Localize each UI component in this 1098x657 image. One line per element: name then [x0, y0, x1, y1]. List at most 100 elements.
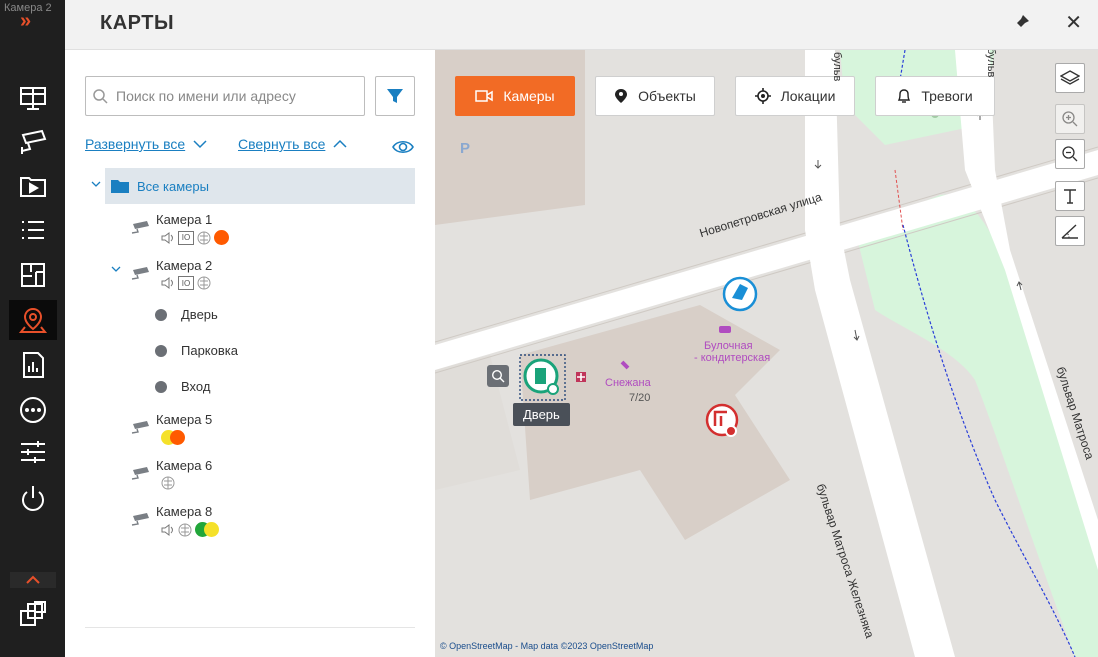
filter-icon [387, 89, 403, 103]
collapse-all-link[interactable]: Свернуть все [238, 136, 347, 152]
io-icon: IO [178, 276, 194, 290]
camera-status-icons: IO [161, 276, 211, 290]
layout-plan-icon[interactable] [9, 255, 57, 295]
more-icon[interactable] [9, 390, 57, 430]
chevron-down-icon[interactable] [111, 265, 121, 273]
marker-zoom-button[interactable] [487, 365, 509, 387]
brain-icon [197, 276, 211, 290]
poi-label: - кондитерская [694, 352, 771, 364]
app-window: Камера 2 » КАРТЫ ✕ Поиск по имени или ад… [0, 0, 1098, 657]
collapse-all-label: Свернуть все [238, 136, 326, 152]
camera-status-icons [161, 430, 185, 445]
speaker-icon [161, 231, 173, 244]
map-attribution[interactable]: © OpenStreetMap - Map data ©2023 OpenStr… [440, 641, 653, 651]
door-marker[interactable] [520, 355, 565, 400]
camera-marker[interactable] [723, 277, 757, 311]
camera-name: Камера 2 [156, 258, 213, 273]
camera-icon [131, 221, 149, 234]
map-tab-label: Камеры [503, 88, 555, 104]
expand-rail-icon[interactable]: » [20, 10, 31, 33]
io-icon: IO [178, 230, 194, 245]
app-rail: Камера 2 » [0, 0, 65, 657]
windows-icon[interactable] [9, 594, 57, 634]
expand-all-link[interactable]: Развернуть все [85, 136, 207, 152]
search-input[interactable] [116, 77, 356, 115]
street-label: бульв [831, 52, 843, 82]
zoom-out-icon [1062, 146, 1078, 162]
tree-sub-item[interactable]: Дверь [155, 307, 218, 322]
layers-icon [1060, 70, 1080, 85]
camera-status-icons: IO [161, 230, 229, 245]
tree-camera-item[interactable]: Камера 6 [131, 458, 381, 494]
expand-all-label: Развернуть все [85, 136, 186, 152]
layers-button[interactable] [1055, 63, 1085, 93]
sub-item-label: Вход [181, 379, 211, 394]
tree-sub-item[interactable]: Парковка [155, 343, 238, 358]
camera-name: Камера 6 [156, 458, 213, 473]
camera-icon[interactable] [9, 122, 57, 162]
brain-icon [197, 231, 211, 244]
zoom-out-button[interactable] [1055, 139, 1085, 169]
text-icon [1064, 189, 1076, 204]
brain-icon [161, 476, 175, 490]
text-tool-button[interactable] [1055, 181, 1085, 211]
panel-divider [85, 627, 415, 628]
angle-tool-button[interactable] [1055, 216, 1085, 246]
monitor-icon[interactable] [9, 78, 57, 118]
settings-sliders-icon[interactable] [9, 432, 57, 472]
camera-name: Камера 1 [156, 212, 213, 227]
status-dot-orange [214, 230, 229, 245]
zoom-in-button[interactable] [1055, 104, 1085, 134]
map-tab-locations[interactable]: Локации [735, 76, 855, 116]
status-dot-orange [170, 430, 185, 445]
tree-sub-item[interactable]: Вход [155, 379, 210, 394]
panel-header: КАРТЫ ✕ [65, 0, 1098, 50]
crosshair-icon [754, 88, 771, 104]
pin-icon[interactable] [1010, 12, 1032, 34]
chevron-up-icon [333, 139, 347, 148]
map-view[interactable]: Камеры Объекты Локации Тревоги Новопетро… [435, 50, 1098, 657]
events-list-icon[interactable] [9, 210, 57, 250]
chevron-down-icon [193, 140, 207, 149]
eye-icon[interactable] [391, 138, 415, 156]
camera-status-icons [161, 476, 175, 490]
sub-item-label: Парковка [181, 343, 238, 358]
map-pin-icon[interactable] [9, 300, 57, 340]
tree-root-all-cameras[interactable]: Все камеры [91, 168, 415, 204]
map-tab-label: Объекты [638, 88, 696, 104]
tree-camera-item[interactable]: Камера 2 IO [131, 258, 381, 294]
sub-item-label: Дверь [181, 307, 218, 322]
map-tab-cameras[interactable]: Камеры [455, 76, 575, 116]
archive-icon[interactable] [9, 166, 57, 206]
status-dot-yellow [204, 522, 219, 537]
street-label: бульв [985, 50, 997, 78]
bell-icon [898, 89, 911, 103]
tree-camera-item[interactable]: Камера 5 [131, 412, 381, 448]
search-icon [93, 89, 108, 104]
chevron-up-icon[interactable] [10, 572, 56, 588]
camera-tree-panel: Развернуть все Свернуть все Все камеры К… [65, 50, 435, 657]
close-icon[interactable]: ✕ [1065, 10, 1082, 35]
camera-icon [131, 513, 149, 526]
zoom-in-icon [1062, 111, 1078, 127]
search-box [85, 76, 365, 116]
chevron-down-icon[interactable] [91, 180, 101, 188]
alarm-marker[interactable] [706, 404, 740, 438]
sub-item-dot [155, 380, 167, 393]
tree-camera-item[interactable]: Камера 1 IO [131, 212, 381, 248]
camera-icon [131, 421, 149, 434]
map-tab-alarms[interactable]: Тревоги [875, 76, 995, 116]
tree-camera-item[interactable]: Камера 8 [131, 504, 381, 540]
map-marker-icon [615, 89, 628, 103]
sub-item-dot [155, 308, 167, 321]
brain-icon [178, 523, 192, 536]
page-title: КАРТЫ [100, 12, 175, 34]
tree-root-label: Все камеры [137, 178, 209, 194]
sub-item-dot [155, 344, 167, 357]
speaker-icon [161, 523, 173, 536]
reports-icon[interactable] [9, 345, 57, 385]
parking-label: P [460, 140, 471, 157]
power-icon[interactable] [9, 478, 57, 518]
filter-button[interactable] [375, 76, 415, 116]
map-tab-objects[interactable]: Объекты [595, 76, 715, 116]
